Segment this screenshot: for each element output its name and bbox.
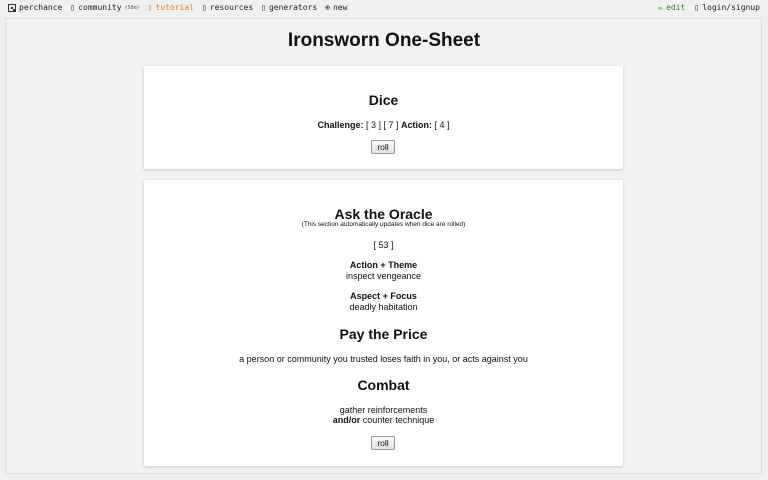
generators-label: generators [268,3,318,12]
community-label: community [78,3,122,12]
dice-card: Dice Challenge: [ 3 ] [ 7 ] Action: [ 4 … [144,66,623,169]
aspect-focus-value: deadly habitation [349,302,418,312]
edit-label: edit [666,3,686,12]
oracle-heading: Ask the Oracle [334,206,433,222]
book-icon: ▯ [147,2,153,12]
community-count: (50m) [124,4,140,11]
user-icon: ▯ [694,2,700,12]
top-nav-bar: perchance ▯ community (50m) ▯ tutorial ▯… [0,0,768,16]
login-label: login/signup [702,3,760,12]
plus-circle-icon: ⊕ [325,2,330,12]
page-title: Ironsworn One-Sheet [287,30,481,51]
oracle-value: [ 53 ] [373,240,394,250]
combat-heading: Combat [357,377,410,393]
combat-line-2-text: counter technique [362,415,435,425]
new-label: new [332,3,348,12]
generators-link[interactable]: ▯ generators [261,3,317,12]
andor-label: and/or [332,415,361,425]
dice-icon [8,3,16,12]
price-heading: Pay the Price [339,326,428,342]
action-value: [ 4 ] [434,120,450,130]
combat-roll-button[interactable]: roll [371,436,395,450]
tutorial-label: tutorial [155,3,194,12]
new-link[interactable]: ⊕ new [325,3,347,12]
action-theme-value: inspect vengeance [345,271,422,281]
combat-line-2: and/or counter technique [144,415,623,425]
pencil-icon: ✏ [658,2,664,12]
generators-icon: ▯ [261,2,266,12]
action-label: Action: [401,120,433,130]
nav-right: ✏ edit ▯ login/signup [658,3,760,12]
dice-results: Challenge: [ 3 ] [ 7 ] Action: [ 4 ] [144,120,623,130]
nav-left: perchance ▯ community (50m) ▯ tutorial ▯… [8,3,347,12]
combat-line-1: gather reinforcements [339,405,428,415]
price-text: a person or community you trusted loses … [239,354,528,364]
dice-roll-button[interactable]: roll [371,140,395,154]
challenge-label: Challenge: [317,120,364,130]
tutorial-link[interactable]: ▯ tutorial [148,3,194,12]
edit-link[interactable]: ✏ edit [658,3,685,12]
resources-link[interactable]: ▯ resources [202,3,253,12]
action-theme-label: Action + Theme [349,260,418,270]
challenge-values: [ 3 ] [ 7 ] [365,120,399,130]
resources-icon: ▯ [201,2,207,12]
login-link[interactable]: ▯ login/signup [694,3,760,12]
aspect-focus-label: Aspect + Focus [350,291,417,301]
dice-heading: Dice [368,92,399,108]
home-link[interactable]: perchance [8,3,62,12]
oracle-note: (This section automatically updates when… [301,221,466,228]
site-name: perchance [19,3,63,12]
oracle-card: Ask the Oracle (This section automatical… [144,180,623,466]
community-link[interactable]: ▯ community (50m) [70,3,139,12]
chat-icon: ▯ [70,2,76,12]
resources-label: resources [209,3,254,12]
